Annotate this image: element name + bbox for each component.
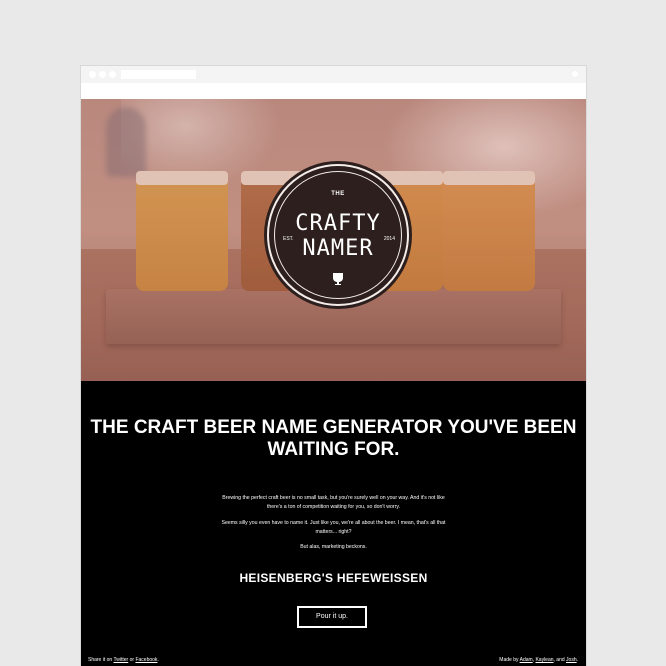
badge-est: EST. — [283, 236, 294, 242]
main-content: THE CRAFT BEER NAME GENERATOR YOU'VE BEE… — [81, 381, 586, 666]
badge-crafty: CRAFTY — [295, 211, 381, 236]
credits-footer: Made by Adam, Kaylean, and Josh. — [499, 657, 578, 663]
browser-menu-dot[interactable] — [572, 71, 578, 77]
address-bar[interactable] — [81, 83, 586, 99]
logo-badge: THE CRAFTY NAMER EST. 2014 — [267, 164, 409, 306]
credits-and: , and — [553, 657, 565, 663]
badge-year: 2014 — [383, 236, 395, 242]
browser-tab[interactable] — [121, 70, 196, 79]
intro-paragraph-1: Brewing the perfect craft beer is no sma… — [222, 495, 445, 510]
window-minimize-dot[interactable] — [99, 71, 106, 78]
share-or: or — [129, 657, 135, 663]
browser-window: THE CRAFTY NAMER EST. 2014 ⌄ THE CRAFT B… — [81, 66, 586, 666]
beer-glass-icon — [333, 273, 343, 285]
josh-link[interactable]: Josh — [566, 657, 577, 663]
share-period: . — [157, 657, 159, 663]
kaylean-link[interactable]: Kaylean — [535, 657, 553, 663]
credits-period: . — [576, 657, 578, 663]
twitter-link[interactable]: Twitter — [114, 657, 129, 663]
facebook-link[interactable]: Facebook — [135, 657, 157, 663]
window-close-dot[interactable] — [89, 71, 96, 78]
share-footer: Share it on Twitter or Facebook. — [88, 657, 159, 663]
browser-chrome — [81, 66, 586, 99]
hero-section: THE CRAFTY NAMER EST. 2014 ⌄ — [81, 99, 586, 381]
intro-paragraph-3: But alas, marketing beckons. — [300, 544, 367, 550]
pour-it-up-button[interactable]: Pour it up. — [297, 606, 367, 628]
credits-comma: , — [532, 657, 535, 663]
generated-beer-name: HEISENBERG'S HEFEWEISSEN — [239, 571, 428, 585]
window-maximize-dot[interactable] — [109, 71, 116, 78]
badge-the: THE — [331, 191, 345, 197]
page-headline: THE CRAFT BEER NAME GENERATOR YOU'VE BEE… — [90, 417, 577, 460]
share-prefix: Share it on — [88, 657, 113, 663]
intro-paragraph-2: Seems silly you even have to name it. Ju… — [221, 520, 446, 535]
window-controls — [89, 71, 116, 78]
adam-link[interactable]: Adam — [520, 657, 533, 663]
made-by-label: Made by — [499, 657, 519, 663]
